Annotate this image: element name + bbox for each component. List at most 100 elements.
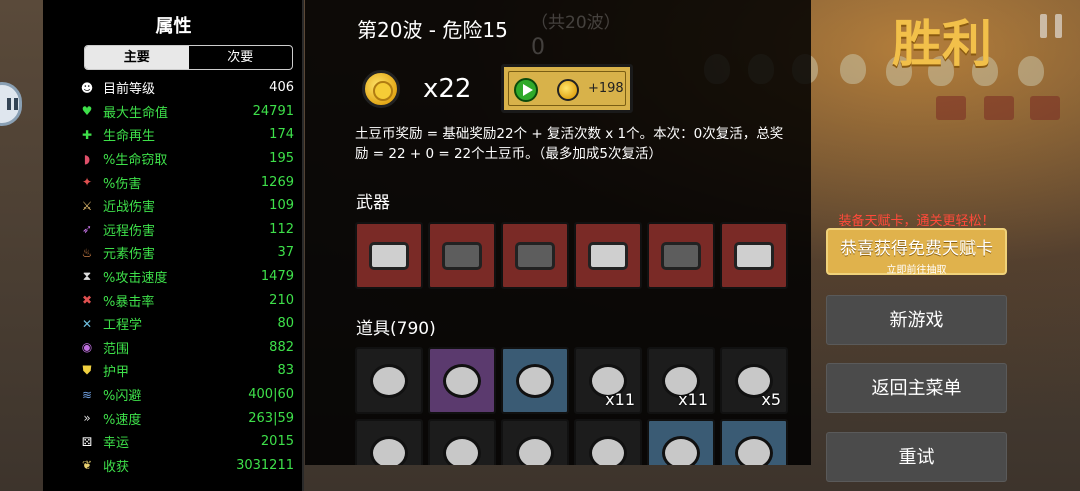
- items-label: 道具(790): [356, 319, 436, 339]
- stat-label: 护甲: [103, 365, 130, 381]
- weapon-slot[interactable]: [428, 222, 496, 289]
- stat-value: 83: [277, 363, 294, 379]
- shield-disc-icon: [443, 363, 481, 398]
- item-slot[interactable]: x11: [647, 347, 715, 414]
- stats-tabs: 主要 次要: [84, 45, 293, 70]
- tab-primary[interactable]: 主要: [85, 46, 189, 69]
- crown-icon: [370, 363, 408, 398]
- background-wave-total: （共20波）: [531, 13, 621, 33]
- pause-icon[interactable]: [1040, 14, 1062, 38]
- weapon-slot[interactable]: [574, 222, 642, 289]
- item-slot[interactable]: [355, 347, 423, 414]
- reward-description: 土豆币奖励 = 基础奖励22个 + 复活次数 x 1个。本次：0次复活，总奖励 …: [355, 126, 784, 162]
- minigun-icon: [661, 241, 701, 270]
- stat-row: ♨ 元素伤害 37: [79, 241, 294, 265]
- stat-label: %速度: [103, 412, 142, 428]
- stat-value: 37: [277, 245, 294, 261]
- item-slot[interactable]: [428, 347, 496, 414]
- stat-label: 近战伤害: [103, 200, 156, 216]
- item-slot[interactable]: [355, 419, 423, 465]
- item-slot[interactable]: [574, 419, 642, 465]
- item-slot[interactable]: x5: [720, 347, 788, 414]
- weapon-slot[interactable]: [501, 222, 569, 289]
- stat-label: 工程学: [103, 318, 143, 334]
- stat-value: 210: [269, 292, 294, 308]
- stat-row: ✚ 生命再生 174: [79, 123, 294, 147]
- bag-icon: [443, 435, 481, 465]
- stat-value: 2015: [260, 434, 294, 450]
- stat-row: ☻ 目前等级 406: [79, 76, 294, 100]
- item-slot[interactable]: [720, 419, 788, 465]
- stat-label: 元素伤害: [103, 247, 156, 263]
- gun-icon: [369, 241, 409, 270]
- elemental-icon: ♨: [81, 245, 93, 260]
- stat-value: 1479: [260, 269, 294, 285]
- item-quantity: x11: [678, 390, 708, 409]
- tab-secondary[interactable]: 次要: [189, 46, 293, 69]
- stat-label: 范围: [103, 341, 130, 357]
- lifesteal-icon: ◗: [83, 151, 91, 166]
- stat-row: » %速度 263|59: [79, 406, 294, 430]
- stat-value: 112: [269, 221, 294, 237]
- stat-value: 80: [277, 316, 294, 332]
- attack-speed-icon: ⧗: [82, 269, 92, 284]
- item-quantity: x5: [761, 390, 781, 409]
- run-summary-panel: （共20波） 0 第20波 - 危险15 x22 +198 土豆币奖励 = 基础…: [305, 0, 811, 465]
- item-slot[interactable]: [501, 419, 569, 465]
- stat-row: ⛊ 护甲 83: [79, 359, 294, 383]
- wave-title: 第20波 - 危险15: [357, 18, 508, 42]
- stat-value: 24791: [252, 103, 294, 119]
- stat-label: 幸运: [103, 436, 130, 452]
- stat-label: %生命窃取: [103, 153, 168, 169]
- minigun-icon: [442, 241, 482, 270]
- stat-label: %闪避: [103, 389, 142, 405]
- level-icon: ☻: [80, 80, 94, 95]
- promo-sub-label: 立即前往抽取: [886, 265, 947, 276]
- weapon-slot[interactable]: [720, 222, 788, 289]
- item-slot[interactable]: [501, 347, 569, 414]
- shirt-icon: [370, 435, 408, 465]
- weapon-slot[interactable]: [355, 222, 423, 289]
- stat-value: 3031211: [236, 457, 294, 473]
- stat-row: ✖ %暴击率 210: [79, 288, 294, 312]
- pistol-icon: [734, 241, 774, 270]
- item-slot[interactable]: x11: [574, 347, 642, 414]
- stat-value: 406: [269, 80, 294, 96]
- stats-panel: 属性 主要 次要 ☻ 目前等级 406 ♥ 最大生命值 24791 ✚ 生命再生 174 ◗ %生命…: [43, 0, 304, 491]
- stat-row: ◉ 范围 882: [79, 336, 294, 360]
- crit-icon: ✖: [81, 293, 93, 308]
- harvest-icon: ❦: [81, 458, 93, 473]
- new-game-button[interactable]: 新游戏: [826, 295, 1007, 345]
- minigun-icon: [515, 241, 555, 270]
- item-slot[interactable]: [428, 419, 496, 465]
- potion-icon: [662, 435, 700, 465]
- item-slot[interactable]: [647, 419, 715, 465]
- stat-value: 1269: [260, 174, 294, 190]
- watch-ad-bonus-button[interactable]: +198: [501, 64, 633, 113]
- retry-button[interactable]: 重试: [826, 432, 1007, 482]
- items-row-2: [355, 419, 788, 465]
- luck-icon: ⚄: [81, 434, 93, 449]
- stat-label: %暴击率: [103, 294, 155, 310]
- stat-value: 174: [269, 127, 294, 143]
- stat-label: 生命再生: [103, 129, 156, 145]
- clown-icon: [516, 363, 554, 398]
- ranged-icon: ➶: [81, 222, 93, 237]
- armor-icon: ⛊: [82, 363, 92, 378]
- stat-row: ⚔ 近战伤害 109: [79, 194, 294, 218]
- stat-row: ⧗ %攻击速度 1479: [79, 265, 294, 289]
- items-row-1: x11 x11 x5: [355, 347, 788, 414]
- free-talent-card-button[interactable]: 恭喜获得免费天赋卡 立即前往抽取: [826, 228, 1007, 276]
- weapon-slot[interactable]: [647, 222, 715, 289]
- stat-row: ≋ %闪避 400|60: [79, 383, 294, 407]
- regen-icon: ✚: [81, 127, 93, 142]
- main-menu-button[interactable]: 返回主菜单: [826, 363, 1007, 413]
- stat-label: 最大生命值: [103, 105, 169, 121]
- item-quantity: x11: [605, 390, 635, 409]
- stat-row: ♥ 最大生命值 24791: [79, 100, 294, 124]
- damage-icon: ✦: [81, 175, 93, 190]
- weapons-label: 武器: [356, 193, 390, 213]
- glasses-icon: [589, 435, 627, 465]
- stat-label: 目前等级: [103, 82, 156, 98]
- victory-title: 胜利: [892, 15, 992, 73]
